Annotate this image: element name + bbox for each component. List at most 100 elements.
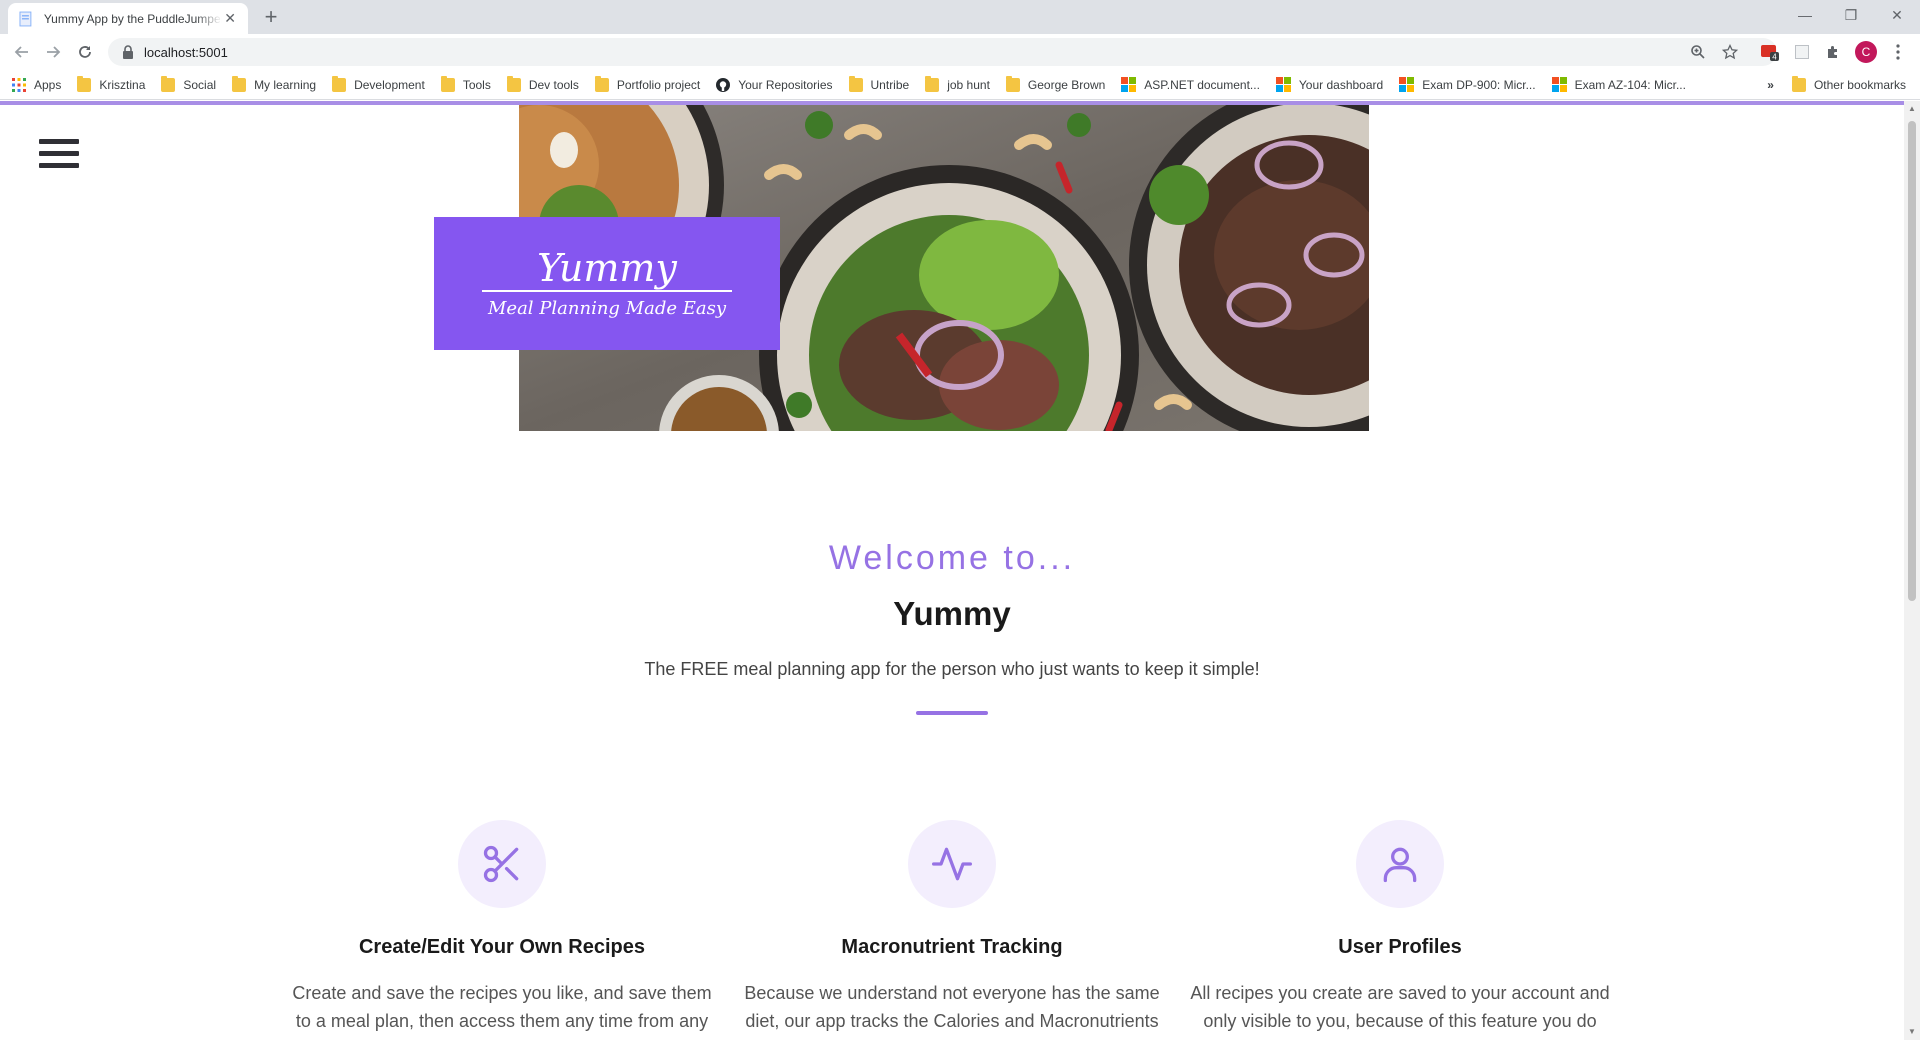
bookmark-folder[interactable]: Dev tools xyxy=(506,75,579,92)
bookmark-label: ASP.NET document... xyxy=(1144,77,1260,92)
feature-title: User Profiles xyxy=(1338,936,1462,958)
logo-title: Yummy xyxy=(537,246,677,290)
back-icon[interactable] xyxy=(10,40,34,64)
bookmark-folder[interactable]: Tools xyxy=(440,75,491,92)
microsoft-icon xyxy=(1121,77,1137,92)
bookmark-label: Untribe xyxy=(870,77,910,92)
bookmark-label: Krisztina xyxy=(99,77,146,92)
welcome-heading: Welcome to... xyxy=(828,539,1076,577)
other-bookmarks-label: Other bookmarks xyxy=(1813,78,1906,92)
extension-badge-icon[interactable]: 4 xyxy=(1760,42,1780,62)
forward-icon[interactable] xyxy=(41,40,65,64)
folder-icon xyxy=(77,75,92,92)
url-text: localhost:5001 xyxy=(144,44,228,60)
bookmarks-right: » Other bookmarks xyxy=(1767,70,1906,100)
bookmark-folder[interactable]: Portfolio project xyxy=(594,75,701,92)
feature-macronutrients: Macronutrient Tracking Because we unders… xyxy=(742,820,1162,1040)
new-tab-icon[interactable]: + xyxy=(258,5,284,31)
bookmark-label: Dev tools xyxy=(528,77,579,92)
folder-icon xyxy=(1791,76,1806,92)
bookmark-microsoft[interactable]: Exam DP-900: Micr... xyxy=(1399,77,1536,92)
folder-icon xyxy=(848,75,863,92)
zoom-icon[interactable] xyxy=(1686,38,1710,66)
folder-icon xyxy=(1005,75,1020,92)
folder-icon xyxy=(232,75,247,92)
folder-icon xyxy=(506,75,521,92)
section-divider xyxy=(916,711,988,715)
bookmark-microsoft[interactable]: ASP.NET document... xyxy=(1121,77,1260,92)
feature-recipes: Create/Edit Your Own Recipes Create and … xyxy=(292,820,712,1040)
bookmark-label: My learning xyxy=(254,77,317,92)
bookmark-microsoft[interactable]: Your dashboard xyxy=(1275,77,1384,92)
bookmark-folder[interactable]: job hunt xyxy=(925,75,990,92)
microsoft-icon xyxy=(1275,77,1291,92)
feature-user-profiles: User Profiles All recipes you create are… xyxy=(1190,820,1610,1040)
bookmark-label: Exam AZ-104: Micr... xyxy=(1574,77,1686,92)
bookmark-microsoft[interactable]: Exam AZ-104: Micr... xyxy=(1551,77,1686,92)
apps-grid-icon xyxy=(12,77,26,92)
restore-icon[interactable]: ❐ xyxy=(1828,0,1874,30)
github-icon xyxy=(716,77,731,92)
tab-strip: Yummy App by the PuddleJumpers ✕ + — ❐ ✕ xyxy=(0,0,1920,34)
lock-icon xyxy=(123,45,133,59)
bookmark-label: Your Repositories xyxy=(738,77,833,92)
folder-icon xyxy=(332,75,347,92)
logo-subtitle: Meal Planning Made Easy xyxy=(487,298,726,319)
bookmark-folder[interactable]: My learning xyxy=(232,75,317,92)
folder-icon xyxy=(440,75,455,92)
bookmarks-bar: Apps Krisztina Social My learning Develo… xyxy=(0,70,1920,100)
bookmark-github[interactable]: Your Repositories xyxy=(716,77,833,92)
tab-title: Yummy App by the PuddleJumpers xyxy=(43,11,223,26)
bookmark-label: job hunt xyxy=(947,77,990,92)
extension-badge-count: 4 xyxy=(1772,53,1777,62)
profile-avatar[interactable]: C xyxy=(1855,41,1877,63)
bookmark-folder[interactable]: George Brown xyxy=(1005,75,1106,92)
scroll-down-icon[interactable]: ▼ xyxy=(1904,1024,1920,1040)
bookmark-label: Social xyxy=(183,77,217,92)
logo-rule xyxy=(482,290,732,292)
bookmark-apps[interactable]: Apps xyxy=(12,77,62,92)
microsoft-icon xyxy=(1551,77,1567,92)
reload-icon[interactable] xyxy=(73,40,97,64)
scissors-icon xyxy=(458,820,546,908)
bookmark-folder[interactable]: Untribe xyxy=(848,75,910,92)
extension-page-icon[interactable] xyxy=(1792,42,1812,62)
tab-close-icon[interactable]: ✕ xyxy=(222,10,238,27)
folder-icon xyxy=(925,75,940,92)
bookmark-label: Your dashboard xyxy=(1298,77,1384,92)
feature-description: Because we understand not everyone has t… xyxy=(744,983,1160,1040)
feature-description: All recipes you create are saved to your… xyxy=(1190,983,1610,1040)
hamburger-menu-icon[interactable] xyxy=(39,139,79,175)
browser-toolbar: localhost:5001 4 C xyxy=(0,34,1920,70)
bookmark-label: Development xyxy=(354,77,425,92)
bookmark-folder[interactable]: Development xyxy=(332,75,425,92)
bookmark-star-icon[interactable] xyxy=(1718,38,1742,66)
bookmark-folder[interactable]: Social xyxy=(161,75,217,92)
menu-kebab-icon[interactable] xyxy=(1888,42,1908,62)
bookmark-folder[interactable]: Krisztina xyxy=(77,75,146,92)
app-name-heading: Yummy xyxy=(893,595,1011,632)
address-bar[interactable]: localhost:5001 xyxy=(108,38,1777,66)
bookmark-label: Tools xyxy=(462,77,491,92)
page-viewport: Yummy Meal Planning Made Easy Welcome to… xyxy=(0,101,1904,1040)
page-favicon-icon xyxy=(19,11,32,26)
tagline: The FREE meal planning app for the perso… xyxy=(644,659,1260,679)
user-icon xyxy=(1356,820,1444,908)
scroll-thumb[interactable] xyxy=(1908,121,1916,601)
feature-title: Macronutrient Tracking xyxy=(841,936,1063,958)
yummy-logo[interactable]: Yummy Meal Planning Made Easy xyxy=(434,217,780,350)
bookmark-label: Apps xyxy=(34,77,62,92)
extensions-puzzle-icon[interactable] xyxy=(1823,42,1843,62)
feature-title: Create/Edit Your Own Recipes xyxy=(358,936,645,958)
other-bookmarks[interactable]: Other bookmarks xyxy=(1791,76,1906,92)
page-scrollbar[interactable]: ▲ ▼ xyxy=(1904,101,1920,1040)
close-window-icon[interactable]: ✕ xyxy=(1874,0,1920,30)
bookmark-label: Portfolio project xyxy=(616,77,701,92)
bookmark-label: George Brown xyxy=(1027,77,1106,92)
feature-description: Create and save the recipes you like, an… xyxy=(292,983,712,1040)
minimize-icon[interactable]: — xyxy=(1782,0,1828,30)
folder-icon xyxy=(594,75,609,92)
browser-tab[interactable]: Yummy App by the PuddleJumpers ✕ xyxy=(8,3,248,34)
bookmarks-overflow-button[interactable]: » xyxy=(1767,78,1774,92)
scroll-up-icon[interactable]: ▲ xyxy=(1904,101,1920,117)
